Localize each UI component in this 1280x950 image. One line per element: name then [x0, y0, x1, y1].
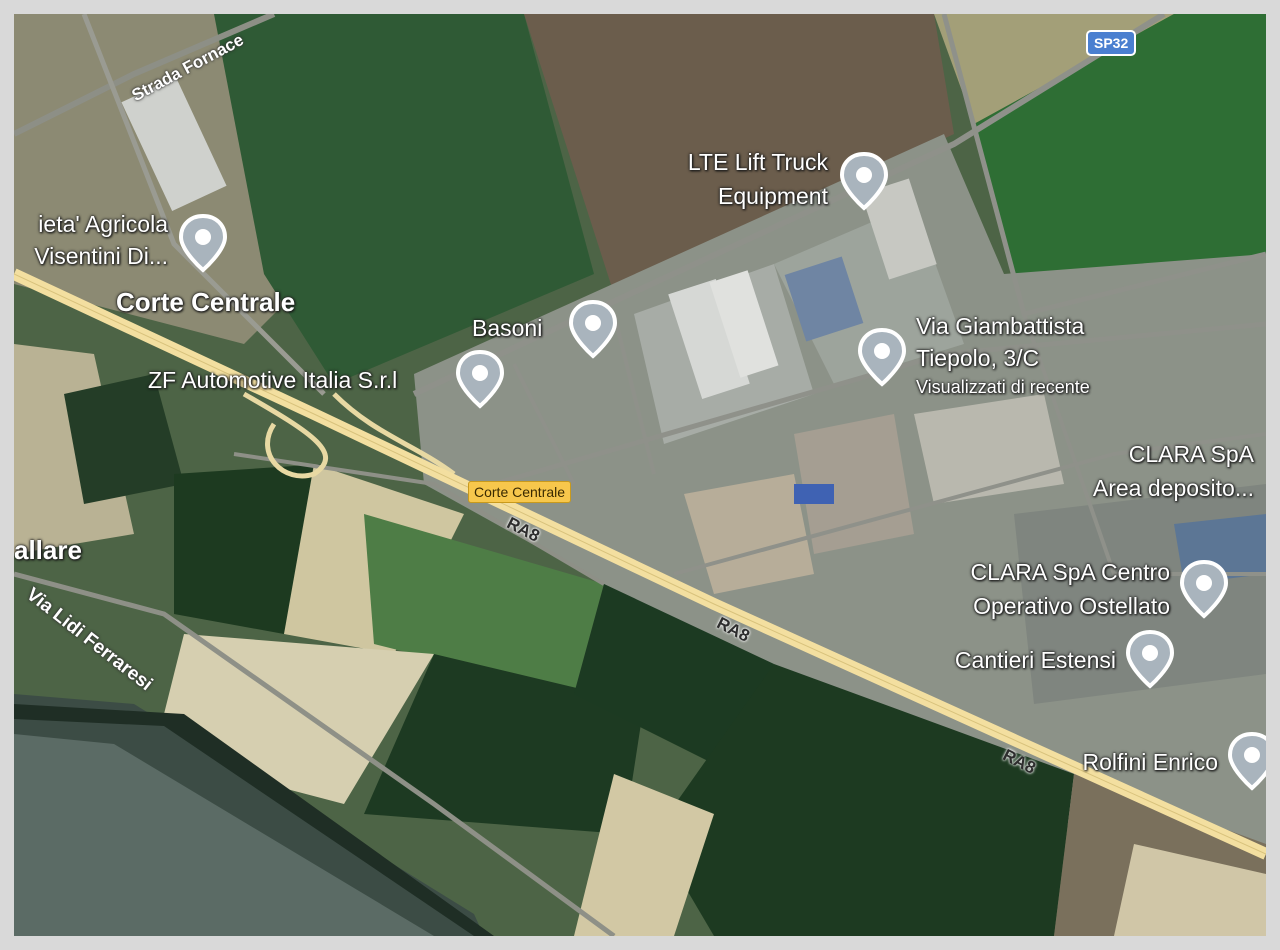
poi-label-clara-area-line1[interactable]: CLARA SpA	[1024, 440, 1254, 468]
poi-label-via-tiepolo-line2[interactable]: Tiepolo, 3/C	[916, 344, 1039, 372]
map-pin-icon[interactable]	[456, 350, 504, 410]
map-pin-icon[interactable]	[179, 214, 227, 274]
map-view[interactable]: Strada Fornace Via Lidi Ferraresi SP32 C…	[14, 14, 1266, 936]
map-pin-icon[interactable]	[569, 300, 617, 360]
poi-label-lte-line2[interactable]: Equipment	[644, 182, 828, 210]
poi-label-via-tiepolo-line1[interactable]: Via Giambattista	[916, 312, 1084, 340]
poi-label-basoni[interactable]: Basoni	[472, 314, 542, 342]
map-pin-icon[interactable]	[1228, 732, 1266, 792]
poi-label-clara-centro-line1[interactable]: CLARA SpA Centro	[914, 558, 1170, 586]
poi-label-recently-viewed: Visualizzati di recente	[916, 377, 1090, 397]
poi-label-zf-automotive[interactable]: ZF Automotive Italia S.r.l	[148, 366, 397, 394]
map-pin-icon[interactable]	[858, 328, 906, 388]
poi-label-agricola-line2[interactable]: Visentini Di...	[14, 242, 168, 270]
poi-label-rolfini-enrico[interactable]: Rolfini Enrico	[1024, 748, 1219, 776]
map-pin-icon[interactable]	[1180, 560, 1228, 620]
poi-label-clara-centro-line2[interactable]: Operativo Ostellato	[914, 592, 1170, 620]
poi-label-lte-line1[interactable]: LTE Lift Truck	[644, 148, 828, 176]
poi-label-agricola-line1[interactable]: ieta' Agricola	[14, 210, 168, 238]
map-pin-icon[interactable]	[840, 152, 888, 212]
locality-corte-centrale: Corte Centrale	[116, 287, 296, 317]
poi-label-cantieri-estensi[interactable]: Cantieri Estensi	[894, 646, 1116, 674]
map-pin-icon[interactable]	[1126, 630, 1174, 690]
road-shield-sp32: SP32	[1086, 30, 1137, 56]
highway-label-corte-centrale[interactable]: Corte Centrale	[468, 481, 572, 503]
poi-label-clara-area-line2[interactable]: Area deposito...	[1024, 474, 1254, 502]
locality-ballare: allare	[14, 535, 82, 565]
